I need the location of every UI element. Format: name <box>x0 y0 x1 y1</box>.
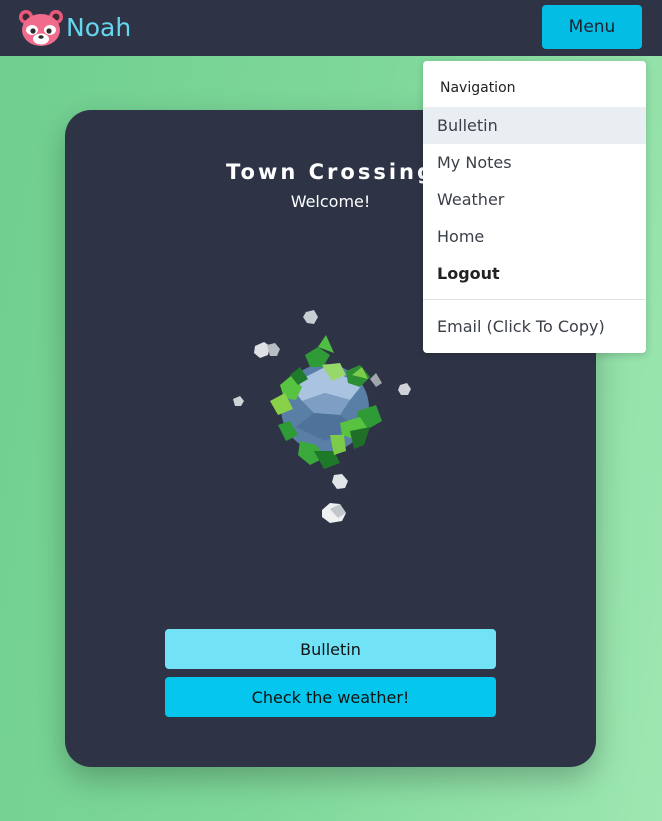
dropdown-divider <box>423 299 646 300</box>
brand[interactable]: Noah <box>18 8 131 48</box>
check-weather-button[interactable]: Check the weather! <box>165 677 496 717</box>
menu-button[interactable]: Menu <box>542 5 642 49</box>
navigation-dropdown-menu: Navigation Bulletin My Notes Weather Hom… <box>423 61 646 353</box>
red-panda-icon <box>19 10 63 46</box>
brand-name[interactable]: Noah <box>66 8 131 48</box>
menu-item-email-copy[interactable]: Email (Click To Copy) <box>423 308 646 345</box>
menu-item-weather[interactable]: Weather <box>423 181 646 218</box>
low-poly-planet-illustration <box>233 310 411 523</box>
menu-item-bulletin[interactable]: Bulletin <box>423 107 646 144</box>
top-navbar: Noah Menu <box>0 0 662 56</box>
dropdown-header: Navigation <box>440 80 516 96</box>
bulletin-button[interactable]: Bulletin <box>165 629 496 669</box>
menu-item-logout[interactable]: Logout <box>423 255 646 292</box>
menu-item-my-notes[interactable]: My Notes <box>423 144 646 181</box>
menu-item-home[interactable]: Home <box>423 218 646 255</box>
